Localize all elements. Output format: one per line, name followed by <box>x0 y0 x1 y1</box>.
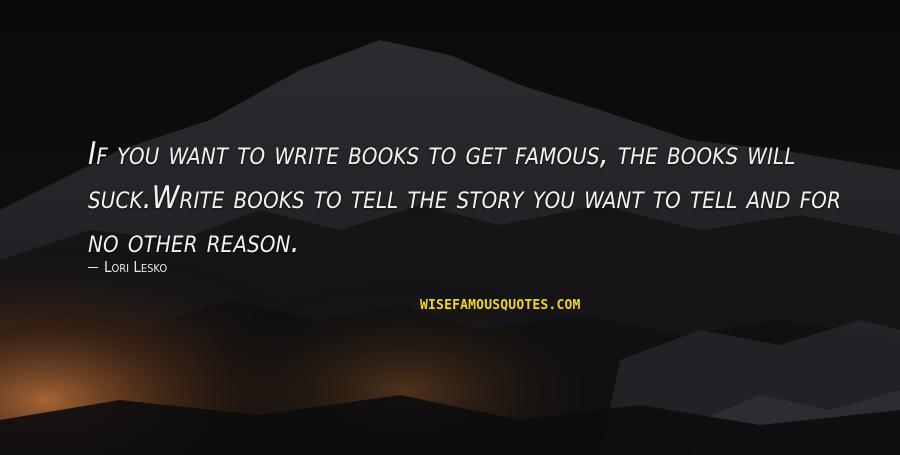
author-name: Lori Lesko <box>104 258 168 276</box>
site-watermark: WISEFAMOUSQUOTES.COM <box>420 298 581 313</box>
author-attribution: Lori Lesko <box>88 257 167 277</box>
quote-image: If you want to write books to get famous… <box>0 0 900 455</box>
quote-text: If you want to write books to get famous… <box>88 136 842 260</box>
author-dash <box>88 266 98 268</box>
